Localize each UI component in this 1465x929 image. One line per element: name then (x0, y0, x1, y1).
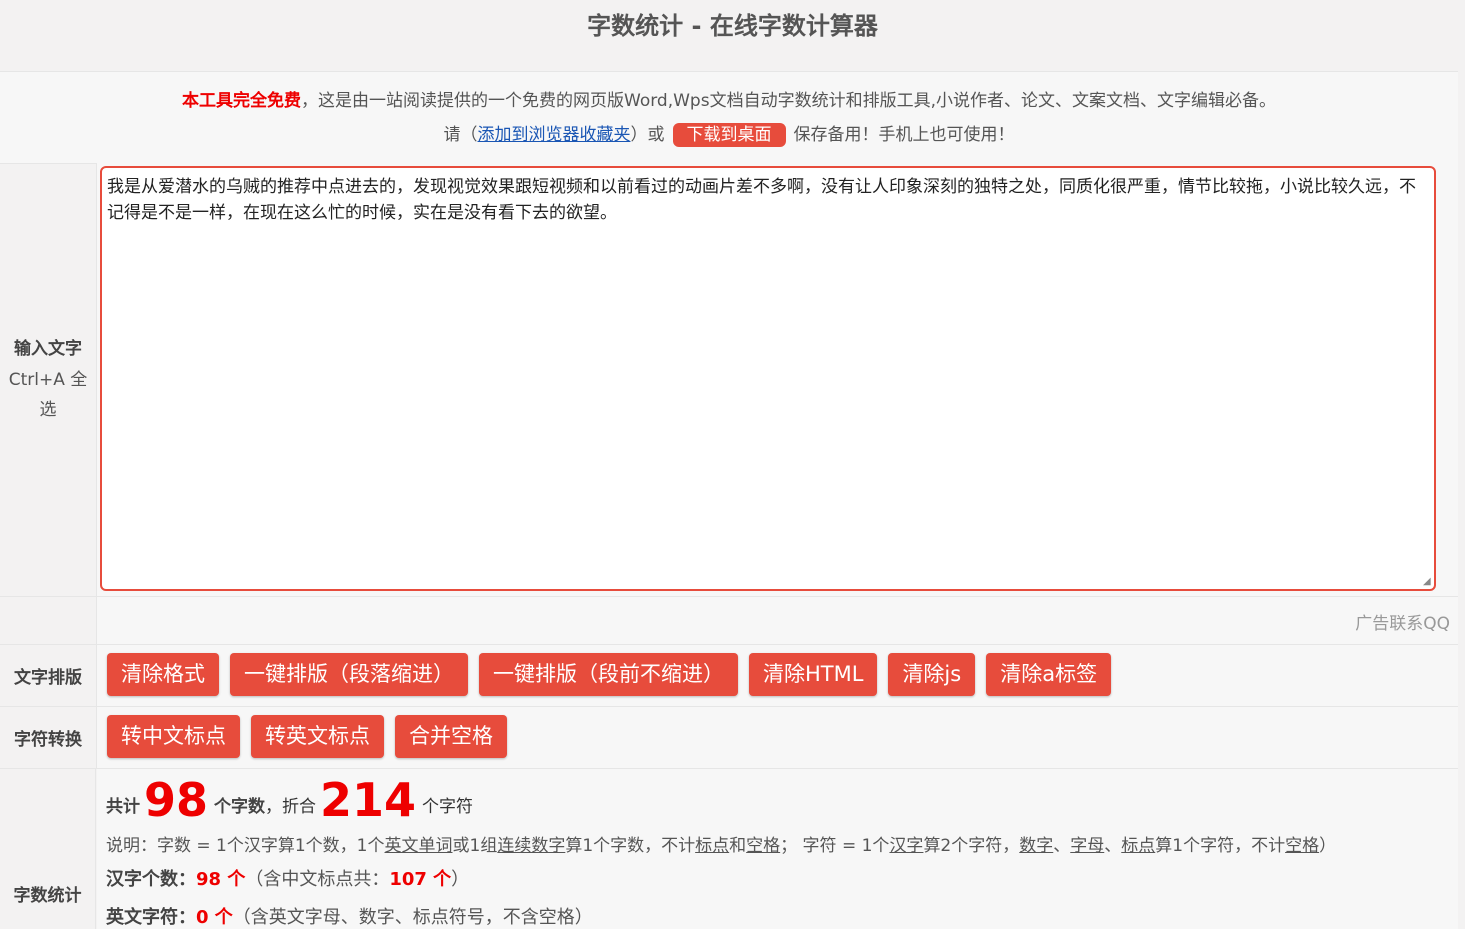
desc-part: 空格 (746, 836, 781, 856)
stats-description: 说明：字数 = 1个汉字算1个数，1个英文单词或1组连续数字算1个字数，不计标点… (106, 831, 1336, 856)
desc-part: 连续数字 (497, 836, 566, 856)
word-unit: 个字数 (214, 797, 266, 817)
format-label: 文字排版 (0, 645, 97, 706)
notice-line-1: 本工具完全免费，这是由一站阅读提供的一个免费的网页版Word,Wps文档自动字数… (0, 86, 1458, 111)
clear-format-button[interactable]: 清除格式 (107, 653, 219, 696)
input-label: 输入文字 Ctrl+A 全选 (0, 163, 97, 596)
intro-text: ，这是由一站阅读提供的一个免费的网页版Word,Wps文档自动字数统计和排版工具… (301, 91, 1276, 111)
merge-spaces-button[interactable]: 合并空格 (395, 715, 507, 758)
stats-label: 字数统计 (0, 769, 96, 929)
format-label-text: 文字排版 (14, 668, 82, 688)
char-unit: 个字符 (422, 797, 474, 817)
sep-text: ，折合 (265, 797, 317, 817)
convert-content: 转中文标点 转英文标点 合并空格 (97, 707, 1458, 768)
to-english-punct-button[interactable]: 转英文标点 (251, 715, 384, 758)
english-stat: 英文字符：0 个（含英文字母、数字、标点符号，不含空格） (106, 903, 593, 929)
desc-part: 说明：字数 = 1个汉字算1个数，1个 (106, 836, 385, 856)
desc-part: 、 (1053, 836, 1071, 856)
format-buttons: 清除格式 一键排版（段落缩进） 一键排版（段前不缩进） 清除HTML 清除js 清除a标签 (107, 653, 1122, 696)
ad-label-empty (0, 597, 97, 644)
stats-row: 字数统计 共计98 个字数，折合214 个字符 说明：字数 = 1个汉字算1个数，1… (0, 769, 1458, 929)
auto-layout-indent-button[interactable]: 一键排版（段落缩进） (230, 653, 468, 696)
desc-part: 、 (1104, 836, 1122, 856)
desc-part: 算1个字数，不计 (565, 836, 696, 856)
hanzi-count: 98 个 (196, 869, 246, 890)
convert-label-text: 字符转换 (14, 730, 82, 750)
download-desktop-button[interactable]: 下载到桌面 (672, 123, 786, 147)
hanzi-label: 汉字个数： (106, 869, 196, 890)
desc-part: 标点 (1121, 836, 1156, 856)
desc-part: ； 字符 = 1个 (780, 836, 890, 856)
stats-content: 共计98 个字数，折合214 个字符 说明：字数 = 1个汉字算1个数，1个英文单词… (97, 769, 1458, 929)
page-title: 字数统计 - 在线字数计算器 (587, 12, 878, 40)
input-label-title: 输入文字 (14, 339, 82, 359)
input-content: 我是从爱潜水的乌贼的推荐中点进去的，发现视觉效果跟短视频和以前看过的动画片差不多… (97, 163, 1458, 596)
free-notice: 本工具完全免费 (182, 91, 302, 111)
desc-part: 字母 (1070, 836, 1105, 856)
word-count: 98 (144, 773, 209, 827)
desc-part: 算2个字符， (923, 836, 1020, 856)
please-text: 请（ (443, 125, 478, 145)
resize-handle-icon[interactable]: ◢ (1423, 577, 1433, 587)
text-input[interactable]: 我是从爱潜水的乌贼的推荐中点进去的，发现视觉效果跟短视频和以前看过的动画片差不多… (100, 166, 1436, 591)
hanzi-punct-count: 107 个 (389, 869, 452, 890)
english-count: 0 个 (196, 907, 233, 928)
desc-part: 数字 (1019, 836, 1054, 856)
to-chinese-punct-button[interactable]: 转中文标点 (107, 715, 240, 758)
notice-line-2: 请（添加到浏览器收藏夹）或 下载到桌面 保存备用！手机上也可使用！ (0, 120, 1458, 147)
ad-row: 广告联系QQ (0, 597, 1458, 645)
bookmark-link[interactable]: 添加到浏览器收藏夹 (478, 125, 631, 145)
hanzi-note-end: ） (451, 869, 470, 890)
clear-js-button[interactable]: 清除js (888, 653, 976, 696)
notice-banner: 本工具完全免费，这是由一站阅读提供的一个免费的网页版Word,Wps文档自动字数… (0, 71, 1458, 164)
english-label: 英文字符： (106, 907, 196, 928)
hanzi-note: （含中文标点共： (245, 869, 390, 890)
desc-part: 空格 (1285, 836, 1320, 856)
stats-label-text: 字数统计 (13, 886, 82, 906)
format-content: 清除格式 一键排版（段落缩进） 一键排版（段前不缩进） 清除HTML 清除js 清除a标签 (97, 645, 1458, 706)
convert-buttons: 转中文标点 转英文标点 合并空格 (107, 715, 518, 758)
total-prefix: 共计 (106, 797, 140, 817)
auto-layout-no-indent-button[interactable]: 一键排版（段前不缩进） (479, 653, 738, 696)
or-text: ）或 (630, 125, 665, 145)
desc-part: 或1组 (452, 836, 498, 856)
convert-label: 字符转换 (0, 707, 97, 768)
save-text: 保存备用！手机上也可使用！ (793, 125, 1015, 145)
input-row: 输入文字 Ctrl+A 全选 我是从爱潜水的乌贼的推荐中点进去的，发现视觉效果跟… (0, 163, 1458, 597)
hanzi-stat: 汉字个数：98 个（含中文标点共：107 个） (106, 865, 469, 891)
ad-contact[interactable]: 广告联系QQ (1355, 609, 1450, 634)
format-row: 文字排版 清除格式 一键排版（段落缩进） 一键排版（段前不缩进） 清除HTML 清除js… (0, 645, 1458, 707)
desc-part: 标点 (695, 836, 730, 856)
select-all-hint: Ctrl+A 全选 (8, 370, 88, 420)
stats-summary: 共计98 个字数，折合214 个字符 (106, 773, 473, 827)
desc-part: 和 (729, 836, 747, 856)
convert-row: 字符转换 转中文标点 转英文标点 合并空格 (0, 707, 1458, 769)
clear-a-tag-button[interactable]: 清除a标签 (986, 653, 1112, 696)
desc-part: 英文单词 (384, 836, 453, 856)
ad-content: 广告联系QQ (97, 597, 1458, 644)
english-note: （含英文字母、数字、标点符号，不含空格） (232, 907, 593, 928)
clear-html-button[interactable]: 清除HTML (749, 653, 878, 696)
desc-part: 汉字 (889, 836, 924, 856)
desc-part: 算1个字符，不计 (1155, 836, 1286, 856)
desc-part: ） (1319, 836, 1337, 856)
char-count: 214 (320, 773, 417, 827)
